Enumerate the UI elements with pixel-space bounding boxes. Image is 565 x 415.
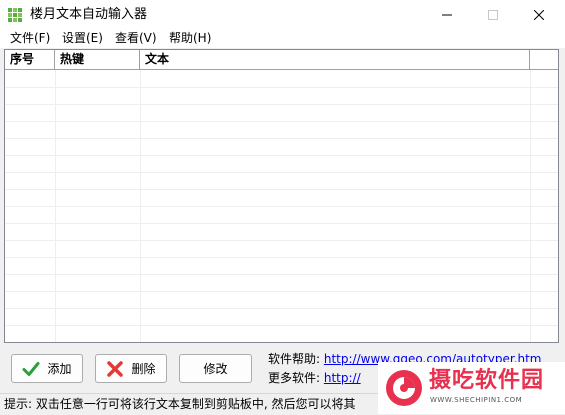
menu-bar: 文件(F) 设置(E) 查看(V) 帮助(H) <box>0 29 565 48</box>
menu-settings[interactable]: 设置(E) <box>62 30 103 46</box>
edit-button[interactable]: 修改 <box>179 354 252 383</box>
watermark: 摄吃软件园 WWW.SHECHIPIN1.COM <box>378 362 565 414</box>
add-button[interactable]: 添加 <box>11 354 83 383</box>
column-header-index[interactable]: 序号 <box>5 50 55 69</box>
grid-line <box>5 223 558 224</box>
grid-line <box>5 308 558 309</box>
grid-line <box>140 70 141 342</box>
menu-file[interactable]: 文件(F) <box>10 30 50 46</box>
grid-line <box>5 172 558 173</box>
more-software-link[interactable]: http:// <box>324 371 361 385</box>
app-grid-icon <box>7 7 23 23</box>
grid-line <box>55 70 56 342</box>
minimize-icon <box>442 14 452 15</box>
help-label: 软件帮助: <box>268 352 321 366</box>
more-software-row: 更多软件: http:// <box>268 371 361 386</box>
grid-line <box>5 189 558 190</box>
x-mark-icon <box>107 360 124 377</box>
list-body[interactable] <box>5 70 558 342</box>
menu-view[interactable]: 查看(V) <box>115 30 157 46</box>
status-hint: 提示: 双击任意一行可将该行文本复制到剪贴板中, 然后您可以将其 <box>4 397 356 411</box>
minimize-button[interactable] <box>424 0 470 29</box>
grid-line <box>5 274 558 275</box>
column-label: 热键 <box>60 52 85 66</box>
grid-line <box>5 138 558 139</box>
grid-line <box>5 206 558 207</box>
brand-logo-icon <box>386 370 422 406</box>
close-icon <box>534 9 544 20</box>
maximize-icon <box>488 9 498 20</box>
column-header-text[interactable]: 文本 <box>140 50 530 69</box>
grid-line <box>5 240 558 241</box>
close-button[interactable] <box>516 0 562 29</box>
column-label: 序号 <box>10 52 35 66</box>
more-software-label: 更多软件: <box>268 371 321 385</box>
add-button-label: 添加 <box>47 362 72 376</box>
grid-line <box>5 87 558 88</box>
edit-button-label: 修改 <box>203 362 228 376</box>
grid-line <box>530 70 531 342</box>
grid-line <box>5 291 558 292</box>
hotkey-list[interactable]: 序号 热键 文本 <box>4 49 559 343</box>
grid-line <box>5 325 558 326</box>
grid-line <box>5 104 558 105</box>
checkmark-icon <box>22 361 40 376</box>
title-bar: 楼月文本自动输入器 <box>0 0 565 29</box>
delete-button[interactable]: 删除 <box>95 354 167 383</box>
column-header-filler <box>530 50 558 69</box>
window-title: 楼月文本自动输入器 <box>30 7 148 22</box>
list-header: 序号 热键 文本 <box>5 50 558 70</box>
grid-line <box>5 155 558 156</box>
watermark-url: WWW.SHECHIPIN1.COM <box>430 396 523 404</box>
column-label: 文本 <box>145 52 170 66</box>
delete-button-label: 删除 <box>131 362 156 376</box>
grid-line <box>5 121 558 122</box>
app-window: 楼月文本自动输入器 文件(F) 设置(E) 查看(V) 帮助(H) 序号 热键 … <box>0 0 565 415</box>
grid-line <box>5 257 558 258</box>
maximize-button[interactable] <box>470 0 516 29</box>
column-header-hotkey[interactable]: 热键 <box>55 50 140 69</box>
menu-help[interactable]: 帮助(H) <box>169 30 211 46</box>
watermark-brand: 摄吃软件园 <box>429 368 545 393</box>
